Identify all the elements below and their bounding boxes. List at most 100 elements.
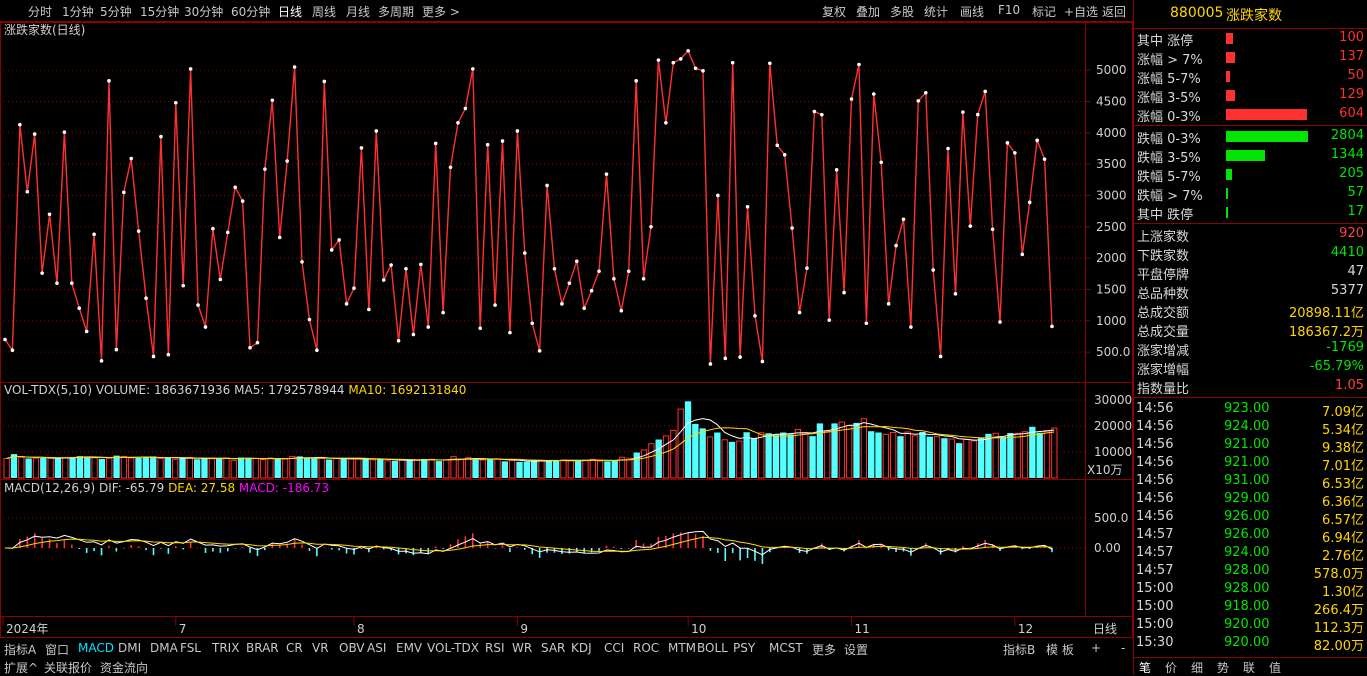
volume-bar bbox=[128, 457, 135, 479]
volume-bar bbox=[435, 461, 443, 478]
indicator-tab-20[interactable]: MTM bbox=[668, 641, 696, 655]
volume-bar bbox=[172, 458, 179, 479]
indicator-tab-15[interactable]: WR bbox=[512, 641, 532, 655]
volume-bar bbox=[955, 443, 963, 478]
up-row-label: 涨幅 0-3% bbox=[1137, 110, 1201, 125]
indicator-tab-5[interactable]: FSL bbox=[180, 641, 201, 655]
tool-button-5[interactable]: F10 bbox=[998, 3, 1020, 17]
period-tab-7[interactable]: 周线 bbox=[312, 3, 336, 20]
indicator-tab-1[interactable]: 窗口 bbox=[45, 641, 69, 658]
breadth-point bbox=[433, 141, 438, 146]
tick-row-8: 14:57 924.00 2.76亿 bbox=[1134, 544, 1367, 564]
up-row-value: 137 bbox=[1339, 49, 1364, 64]
panel-tab-2[interactable]: 细 bbox=[1191, 659, 1203, 676]
indicator-tab-22[interactable]: PSY bbox=[733, 641, 755, 655]
panel-tab-5[interactable]: 值 bbox=[1269, 659, 1281, 676]
panel-tab-3[interactable]: 势 bbox=[1217, 659, 1229, 676]
indicator-tab-25[interactable]: 设置 bbox=[844, 641, 868, 658]
indicator-tab-21[interactable]: BOLL bbox=[697, 641, 728, 655]
breadth-point bbox=[768, 61, 772, 66]
tool-button-0[interactable]: 复权 bbox=[822, 3, 846, 20]
indicator-tab-9[interactable]: VR bbox=[312, 641, 329, 655]
breadth-point bbox=[233, 185, 237, 190]
indicator-tab-13[interactable]: VOL-TDX bbox=[427, 641, 479, 655]
tool-button-1[interactable]: 叠加 bbox=[856, 3, 880, 20]
indicator-tab-11[interactable]: ASI bbox=[367, 641, 386, 655]
volume-bar bbox=[384, 460, 391, 479]
panel-tab-4[interactable]: 联 bbox=[1243, 659, 1255, 676]
panel-tab-0[interactable]: 笔 bbox=[1139, 659, 1151, 676]
breadth-point bbox=[181, 283, 186, 288]
down-row-value: 2804 bbox=[1330, 128, 1364, 143]
tool-button-2[interactable]: 多股 bbox=[890, 3, 914, 20]
indicator-tab-right-2[interactable]: + bbox=[1091, 641, 1101, 655]
volume-bar bbox=[377, 459, 384, 478]
stat-row-label: 总成交额 bbox=[1137, 306, 1190, 321]
period-tab-10[interactable]: 更多 > bbox=[422, 3, 460, 20]
indicator-tab-6[interactable]: TRIX bbox=[212, 641, 239, 655]
up-row-value: 129 bbox=[1339, 87, 1364, 102]
tool-button-4[interactable]: 画线 bbox=[960, 3, 984, 20]
tick-row-4: 14:56 931.00 6.53亿 bbox=[1134, 472, 1367, 492]
indicator-tab-right-1[interactable]: 模 板 bbox=[1046, 641, 1074, 658]
period-tab-9[interactable]: 多周期 bbox=[378, 3, 414, 20]
breadth-point bbox=[337, 238, 341, 242]
indicator-tab-10[interactable]: OBV bbox=[339, 641, 365, 655]
bottom-tab-1[interactable]: 关联报价 bbox=[44, 659, 92, 676]
indicator-tab-3[interactable]: DMI bbox=[118, 641, 141, 655]
indicator-tab-7[interactable]: BRAR bbox=[246, 641, 279, 655]
period-tab-8[interactable]: 月线 bbox=[346, 3, 370, 20]
tool-button-8[interactable]: 返回 bbox=[1102, 3, 1126, 20]
breadth-point bbox=[456, 121, 460, 125]
tool-button-6[interactable]: 标记 bbox=[1032, 3, 1056, 20]
tool-button-3[interactable]: 统计 bbox=[924, 3, 948, 20]
tool-button-7[interactable]: +自选 bbox=[1064, 3, 1098, 20]
breadth-point bbox=[693, 66, 698, 71]
indicator-tab-2[interactable]: MACD bbox=[78, 641, 114, 655]
indicator-tab-right-3[interactable]: - bbox=[1121, 641, 1125, 655]
indicator-tab-18[interactable]: CCI bbox=[604, 641, 624, 655]
panel-tab-1[interactable]: 价 bbox=[1165, 659, 1177, 676]
period-tab-6[interactable]: 日线 bbox=[278, 3, 302, 20]
breadth-point bbox=[3, 337, 7, 342]
indicator-tab-4[interactable]: DMA bbox=[150, 641, 178, 655]
breadth-point bbox=[441, 310, 445, 315]
breadth-point bbox=[975, 112, 980, 117]
indicator-tab-24[interactable]: 更多 bbox=[812, 641, 836, 658]
indicator-tab-0[interactable]: 指标A bbox=[4, 641, 36, 658]
volume-legend: VOL-TDX(5,10) VOLUME: 1863671936 MA5: 17… bbox=[4, 383, 466, 397]
period-tab-3[interactable]: 15分钟 bbox=[140, 3, 179, 20]
volume-y-label: 30000 bbox=[1094, 393, 1132, 407]
breadth-point bbox=[129, 156, 134, 161]
volume-bar bbox=[897, 436, 904, 478]
indicator-tab-right-0[interactable]: 指标B bbox=[1003, 641, 1035, 658]
volume-bar bbox=[992, 432, 999, 479]
period-tab-5[interactable]: 60分钟 bbox=[231, 3, 270, 20]
indicator-tab-8[interactable]: CR bbox=[286, 641, 303, 655]
indicator-tab-12[interactable]: EMV bbox=[396, 641, 422, 655]
x-axis-label: 11 bbox=[855, 622, 870, 636]
period-tab-0[interactable]: 分时 bbox=[28, 3, 52, 20]
indicator-tab-23[interactable]: MCST bbox=[769, 641, 803, 655]
breadth-point bbox=[701, 69, 705, 73]
volume-bar bbox=[794, 428, 802, 479]
bottom-tab-2[interactable]: 资金流向 bbox=[100, 659, 148, 676]
breadth-point bbox=[329, 248, 334, 252]
indicator-tab-16[interactable]: SAR bbox=[541, 641, 565, 655]
period-tab-4[interactable]: 30分钟 bbox=[184, 3, 223, 20]
chart-area[interactable]: 涨跌家数(日线) 5000 4500 4000 3500 3000 2500 2000 1500… bbox=[0, 22, 1133, 638]
indicator-tab-14[interactable]: RSI bbox=[485, 641, 505, 655]
breadth-point bbox=[626, 269, 631, 274]
breadth-point bbox=[522, 251, 527, 255]
period-tab-2[interactable]: 5分钟 bbox=[100, 3, 132, 20]
breadth-point bbox=[218, 277, 223, 282]
volume-bar bbox=[40, 457, 47, 478]
indicator-tab-19[interactable]: ROC bbox=[633, 641, 659, 655]
tick-price: 920.00 bbox=[1224, 635, 1270, 650]
volume-bar bbox=[574, 460, 582, 478]
period-tab-1[interactable]: 1分钟 bbox=[62, 3, 94, 20]
stat-row-value: 20898.11亿 bbox=[1288, 306, 1364, 321]
indicator-tab-17[interactable]: KDJ bbox=[571, 641, 592, 655]
down-row-4: 其中 跌停 17 bbox=[1134, 203, 1367, 223]
bottom-tab-0[interactable]: 扩展^ bbox=[4, 659, 38, 676]
